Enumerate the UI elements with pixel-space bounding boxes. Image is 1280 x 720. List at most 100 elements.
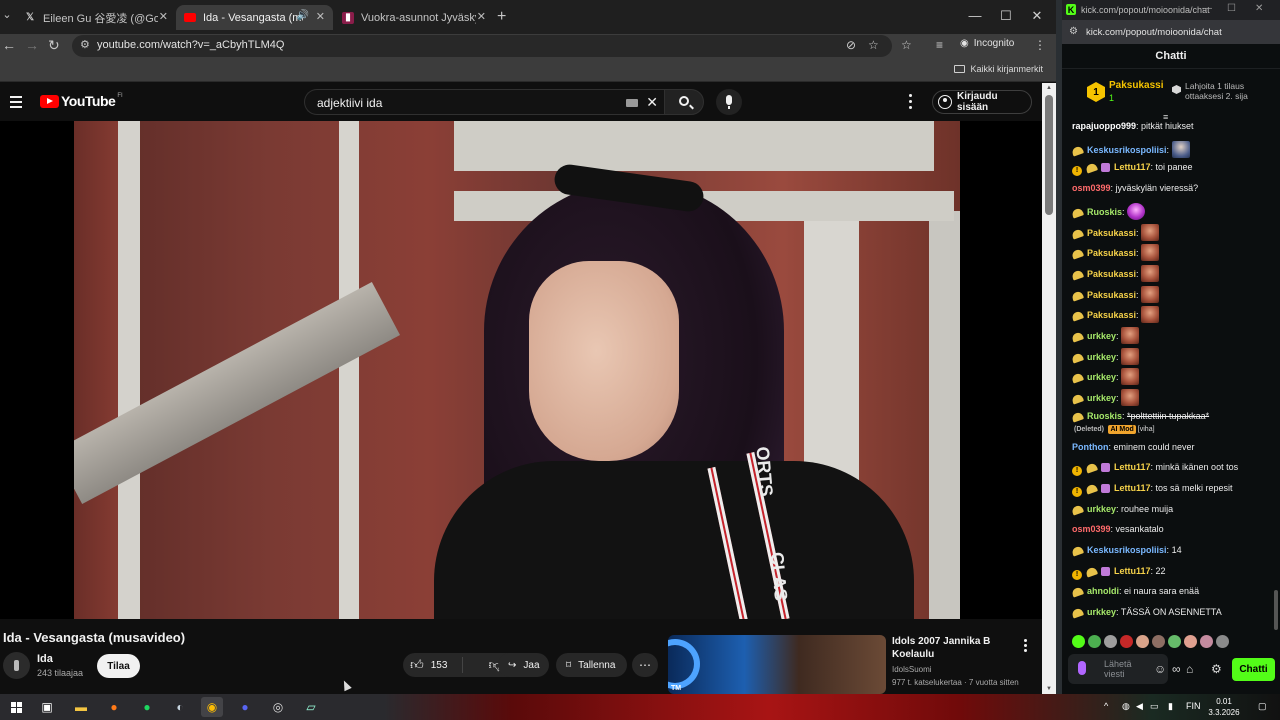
chat-message[interactable]: osm0399: jyväskylän vieressä?	[1072, 182, 1268, 194]
emote-image[interactable]	[1141, 306, 1160, 324]
chat-message[interactable]: Keskusrikospoliisi: 14	[1070, 544, 1268, 557]
chat-username[interactable]: Keskusrikospoliisi	[1087, 145, 1167, 155]
chat-message[interactable]: urkkey:	[1070, 327, 1268, 344]
subscriber-badge-icon[interactable]	[1101, 163, 1110, 173]
gifter-badge-icon[interactable]: !	[1072, 466, 1082, 477]
emote-image[interactable]	[1171, 140, 1190, 158]
chat-message[interactable]: Keskusrikospoliisi:	[1070, 140, 1268, 158]
emote-icon[interactable]	[1168, 635, 1181, 648]
network-icon[interactable]: ▭	[1150, 701, 1159, 712]
banana-badge-icon[interactable]	[1070, 310, 1085, 322]
task-view-icon[interactable]: ▣	[36, 697, 58, 717]
maximize-icon[interactable]: ☐	[996, 8, 1016, 24]
channel-avatar[interactable]	[3, 652, 30, 679]
incognito-indicator[interactable]: ◉ Incognito	[960, 38, 1014, 49]
firefox-icon[interactable]: ●	[103, 697, 125, 717]
close-icon[interactable]: ✕	[477, 10, 486, 23]
save-button[interactable]: ⌑ Tallenna	[556, 653, 627, 677]
search-input[interactable]: adjektiivi ida ✕	[304, 89, 666, 115]
scroll-up-icon[interactable]: ▲	[1046, 85, 1052, 91]
chat-username[interactable]: urkkey	[1087, 372, 1116, 382]
chat-message[interactable]: ! Lettu117: minkä ikänen oot tos	[1072, 461, 1268, 477]
recommended-menu-icon[interactable]	[1024, 639, 1027, 654]
chat-message[interactable]: Ponthon: eminem could never	[1072, 441, 1268, 453]
chat-username[interactable]: Ruoskis	[1087, 411, 1122, 421]
chat-input[interactable]: Lähetä viesti	[1068, 654, 1168, 684]
chat-username[interactable]: Paksukassi	[1087, 310, 1136, 320]
chat-username[interactable]: Lettu117	[1114, 462, 1151, 472]
clear-icon[interactable]: ✕	[646, 94, 658, 111]
notification-icon[interactable]: ▢	[1258, 701, 1267, 712]
channel-name[interactable]: Ida	[37, 653, 53, 665]
site-info-icon[interactable]: ⚙	[80, 38, 90, 51]
chat-username[interactable]: Paksukassi	[1087, 228, 1136, 238]
chat-username[interactable]: Paksukassi	[1087, 248, 1136, 258]
banana-badge-icon[interactable]	[1070, 145, 1085, 157]
video-player[interactable]: ORTS CLAS	[0, 121, 1042, 619]
chat-message[interactable]: urkkey:	[1070, 347, 1268, 365]
chat-username[interactable]: Keskusrikospoliisi	[1087, 545, 1167, 555]
url-text[interactable]: kick.com/popout/moioonida/chat	[1086, 27, 1222, 38]
steam-icon[interactable]: ◐	[169, 697, 191, 717]
chat-username[interactable]: osm0399	[1072, 183, 1111, 193]
minimize-icon[interactable]: —	[1202, 3, 1212, 14]
tray-chevron-icon[interactable]: ^	[1104, 701, 1108, 711]
popup-address-bar[interactable]: ⚙ kick.com/popout/moioonida/chat	[1062, 20, 1280, 44]
eye-off-icon[interactable]: ⊘	[846, 38, 856, 52]
banana-badge-icon[interactable]	[1070, 393, 1085, 405]
banana-badge-icon[interactable]	[1070, 372, 1085, 385]
chat-username[interactable]: Ponthon	[1072, 442, 1109, 452]
banana-badge-icon[interactable]	[1070, 331, 1085, 343]
gifter-badge-icon[interactable]: !	[1072, 486, 1082, 497]
voice-search-icon[interactable]	[716, 89, 742, 115]
banana-badge-icon[interactable]	[1070, 352, 1085, 364]
subscriber-badge-icon[interactable]	[1101, 463, 1110, 473]
infinity-icon[interactable]: ∞	[1172, 662, 1181, 676]
store-icon[interactable]: ⌂	[1186, 662, 1193, 676]
chat-placeholder[interactable]: Lähetä viesti	[1104, 659, 1144, 679]
start-button[interactable]	[5, 697, 27, 717]
chat-username[interactable]: ahnoldi	[1087, 586, 1119, 596]
back-icon[interactable]: ←	[2, 37, 16, 53]
chat-username[interactable]: Paksukassi	[1087, 269, 1136, 279]
emote-image[interactable]	[1121, 327, 1140, 344]
menu-icon[interactable]: ⋮	[1034, 38, 1046, 52]
leader-name[interactable]: Paksukassi	[1109, 80, 1164, 91]
chat-message-list[interactable]: rapajuoppo999: pitkät hiukset Keskusrikos…	[1062, 120, 1274, 630]
recommended-title[interactable]: Idols 2007 Jannika B Koelaulu	[892, 635, 1012, 661]
tab-oikotie[interactable]: ▮ Vuokra-asunnot Jyväskylä: 55 ... ✕	[334, 5, 494, 30]
emote-icon[interactable]	[1120, 635, 1133, 648]
tab-youtube[interactable]: Ida - Vesangasta (musavideo) 🔊 ✕	[176, 5, 333, 30]
speaker-icon[interactable]: 🔊	[297, 10, 309, 21]
settings-icon[interactable]: ⚙	[1211, 662, 1222, 676]
chat-username[interactable]: Ruoskis	[1087, 207, 1122, 217]
emote-image[interactable]	[1141, 285, 1160, 303]
banana-badge-icon[interactable]	[1070, 503, 1085, 516]
banana-badge-icon[interactable]	[1084, 483, 1099, 495]
microphone-tray-icon[interactable]: ▮	[1168, 701, 1173, 712]
send-chat-button[interactable]: Chatti	[1232, 658, 1275, 681]
settings-menu-icon[interactable]	[909, 94, 912, 112]
banana-badge-icon[interactable]	[1070, 289, 1085, 302]
chat-username[interactable]: Lettu117	[1114, 162, 1151, 172]
minimize-icon[interactable]: —	[965, 8, 985, 23]
chat-message[interactable]: ahnoldi: ei naura sara enää	[1070, 585, 1268, 599]
video-frame[interactable]: ORTS CLAS	[74, 121, 960, 619]
clock[interactable]: 0.01 3.3.2026	[1204, 696, 1244, 718]
gifter-badge-icon[interactable]: !	[1072, 166, 1082, 177]
keyboard-icon[interactable]	[626, 99, 638, 107]
address-bar[interactable]: ⚙ youtube.com/watch?v=_aCbyhTLM4Q ⊘ ☆	[72, 35, 892, 57]
tab-twitter[interactable]: 𝕏 Eileen Gu 谷愛凌 (@GoEileenG... ✕	[16, 5, 176, 30]
emoji-icon[interactable]: ☺	[1154, 662, 1166, 676]
emote-image[interactable]	[1141, 244, 1160, 262]
close-window-icon[interactable]: ✕	[1255, 3, 1263, 14]
emote-icon[interactable]	[1184, 635, 1197, 648]
site-info-icon[interactable]: ⚙	[1069, 26, 1078, 37]
subscribe-button[interactable]: Tilaa	[97, 654, 140, 678]
gift-leaderboard[interactable]: 1 Paksukassi 1 Lahjoita 1 tilaus ottaaks…	[1068, 72, 1273, 112]
chat-message[interactable]: Paksukassi:	[1070, 223, 1268, 241]
emote-image[interactable]	[1121, 347, 1140, 365]
emote-icon[interactable]	[1152, 635, 1165, 648]
scroll-down-icon[interactable]: ▼	[1046, 686, 1052, 692]
share-button[interactable]: ↪ Jaa	[498, 653, 549, 677]
